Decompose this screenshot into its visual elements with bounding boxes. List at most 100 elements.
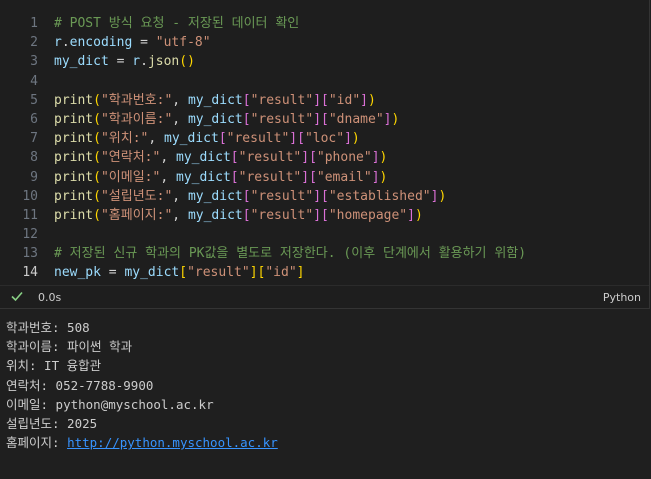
code-token: "established" (328, 188, 431, 204)
code-token: ] (313, 111, 322, 127)
code-line[interactable]: 11 print("홈페이지:", my_dict["result"]["home… (0, 206, 649, 225)
code-token: my_dict (164, 131, 219, 147)
code-token: , (172, 111, 188, 127)
code-token: [ (242, 188, 251, 204)
code-token: print (54, 169, 94, 185)
code-token: ( (93, 207, 101, 223)
line-source: # POST 방식 요청 - 저장된 데이터 확인 (54, 14, 299, 33)
line-source: my_dict = r.json() (54, 52, 195, 71)
code-line[interactable]: 6 print("학과이름:", my_dict["result"]["dname… (0, 110, 649, 129)
code-token: ] (289, 131, 298, 147)
code-line[interactable]: 1 # POST 방식 요청 - 저장된 데이터 확인 (0, 14, 649, 33)
line-source: print("설립년도:", my_dict["result"]["establ… (54, 187, 446, 206)
output-line: 홈페이지: http://python.myschool.ac.kr (6, 433, 278, 452)
code-editor[interactable]: 1 # POST 방식 요청 - 저장된 데이터 확인 2 r.encoding = … (0, 14, 649, 283)
output-line: 위치: IT 융합관 (6, 356, 278, 375)
code-token: ] (313, 207, 322, 223)
code-token: ] (371, 169, 380, 185)
cell-output: 학과번호: 508 학과이름: 파이썬 학과 위치: IT 융합관 연락처: 052-… (6, 318, 278, 452)
code-line[interactable]: 14 new_pk = my_dict["result"]["id"] (0, 263, 649, 282)
line-number: 13 (22, 246, 38, 262)
code-token: "이메일:" (100, 169, 161, 185)
code-token: ) (379, 169, 388, 185)
notebook-code-cell[interactable]: 1 # POST 방식 요청 - 저장된 데이터 확인 2 r.encoding = … (0, 0, 650, 309)
code-token: ) (414, 207, 423, 223)
code-token: [ (242, 111, 251, 127)
output-text: 홈페이지: (6, 435, 68, 451)
code-token: ] (360, 92, 368, 108)
line-source: print("학과번호:", my_dict["result"]["id"]) (54, 91, 376, 110)
code-token: [ (242, 92, 251, 108)
code-token: [ (321, 188, 329, 204)
line-source: print("홈페이지:", my_dict["result"]["homepa… (54, 206, 423, 225)
output-link[interactable]: http://python.myschool.ac.kr (67, 435, 278, 450)
line-source: print("위치:", my_dict["result"]["loc"]) (54, 129, 360, 148)
code-token: ( (93, 131, 101, 147)
line-number: 9 (30, 169, 38, 185)
code-token: "result" (250, 188, 314, 204)
code-token: [ (242, 207, 251, 223)
code-token: ] (344, 131, 352, 147)
code-token: my_dict (187, 111, 243, 127)
code-token: "result" (250, 207, 314, 223)
code-token: "result" (238, 150, 302, 166)
code-token: [ (321, 207, 329, 223)
code-token: print (54, 111, 94, 127)
code-token: # 저장된 신규 학과의 PK값을 별도로 저장한다. (이후 단계에서 활용하… (54, 246, 527, 262)
code-token: "dname" (328, 111, 384, 127)
output-text: 위치: IT 융합관 (6, 358, 102, 374)
line-number: 14 (22, 265, 38, 281)
code-token: "홈페이지:" (100, 207, 173, 223)
code-token: my_dict (187, 207, 243, 223)
code-token: () (179, 54, 195, 70)
code-token: [ (297, 131, 305, 147)
code-token: ( (93, 92, 101, 108)
code-line[interactable]: 5 print("학과번호:", my_dict["result"]["id"]) (0, 91, 649, 110)
line-number: 3 (30, 54, 38, 70)
code-line[interactable]: 4 (0, 72, 649, 91)
code-token: ] (249, 265, 258, 281)
code-token: "result" (238, 169, 302, 185)
output-line: 이메일: python@myschool.ac.kr (6, 395, 278, 414)
code-token: my_dict (54, 54, 109, 70)
code-line[interactable]: 7 print("위치:", my_dict["result"]["loc"]) (0, 129, 649, 148)
line-source: new_pk = my_dict["result"]["id"] (54, 263, 305, 282)
code-token: my_dict (187, 188, 243, 204)
code-token: , (148, 131, 165, 147)
code-token: . (61, 35, 70, 51)
code-token: [ (230, 150, 239, 166)
code-line[interactable]: 10 print("설립년도:", my_dict["result"]["esta… (0, 187, 649, 206)
code-token: ) (438, 188, 447, 204)
code-token: ] (301, 169, 310, 185)
code-token: "학과번호:" (100, 92, 173, 108)
code-token: ( (93, 111, 101, 127)
code-line[interactable]: 8 print("연락처:", my_dict["result"]["phone"… (0, 148, 649, 167)
code-token: "id" (328, 92, 361, 108)
code-token: "loc" (304, 131, 345, 147)
output-text: 이메일: python@myschool.ac.kr (6, 396, 214, 412)
code-token: , (172, 188, 188, 204)
code-token: "phone" (316, 150, 372, 166)
output-line: 학과이름: 파이썬 학과 (6, 337, 278, 356)
code-token: my_dict (176, 169, 231, 185)
code-line[interactable]: 13 # 저장된 신규 학과의 PK값을 별도로 저장한다. (이후 단계에서 활… (0, 244, 649, 263)
output-text: 학과번호: 508 (6, 320, 90, 335)
code-token: [ (321, 92, 329, 108)
code-line[interactable]: 12 (0, 225, 649, 244)
code-token: # POST 방식 요청 - 저장된 데이터 확인 (54, 16, 300, 31)
code-token: = (108, 54, 133, 70)
code-token: "연락처:" (100, 150, 161, 166)
code-token: , (172, 92, 188, 108)
code-token: ] (296, 265, 305, 281)
code-token: print (54, 131, 94, 147)
cell-language-label[interactable]: Python (603, 291, 641, 304)
code-token: [ (230, 169, 239, 185)
code-token: ] (407, 207, 415, 223)
line-number: 1 (30, 16, 38, 31)
code-line[interactable]: 9 print("이메일:", my_dict["result"]["email"… (0, 168, 649, 187)
code-line[interactable]: 3 my_dict = r.json() (0, 52, 649, 71)
code-token: r (54, 35, 62, 51)
code-token: , (172, 207, 188, 223)
output-text: 설립년도: 2025 (6, 415, 98, 431)
code-line[interactable]: 2 r.encoding = "utf-8" (0, 33, 649, 52)
